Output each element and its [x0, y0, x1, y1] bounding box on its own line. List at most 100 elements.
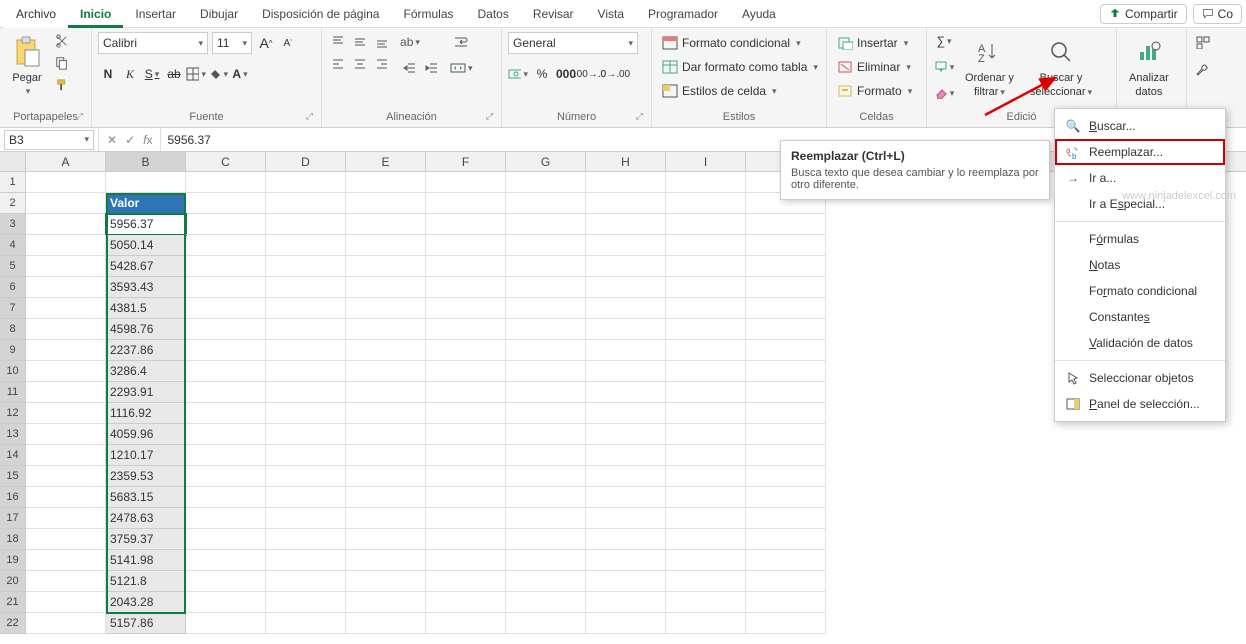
cell-H7[interactable] [586, 298, 666, 319]
cell-B16[interactable]: 5683.15 [106, 487, 186, 508]
paste-button[interactable]: Pegar ▾ [6, 32, 48, 99]
row-header-19[interactable]: 19 [0, 550, 26, 571]
cell-B20[interactable]: 5121.8 [106, 571, 186, 592]
cell-E20[interactable] [346, 571, 426, 592]
cell-I8[interactable] [666, 319, 746, 340]
cell-B14[interactable]: 1210.17 [106, 445, 186, 466]
fx-button[interactable]: fx [143, 133, 152, 147]
cell-I2[interactable] [666, 193, 746, 214]
cell-C11[interactable] [186, 382, 266, 403]
orientation-button[interactable]: ab▾ [400, 32, 420, 52]
row-header-5[interactable]: 5 [0, 256, 26, 277]
fill-color-button[interactable]: ▾ [208, 64, 228, 84]
cell-A22[interactable] [26, 613, 106, 634]
cell-D11[interactable] [266, 382, 346, 403]
cell-F2[interactable] [426, 193, 506, 214]
cell-F18[interactable] [426, 529, 506, 550]
row-header-22[interactable]: 22 [0, 613, 26, 634]
cell-F10[interactable] [426, 361, 506, 382]
menu-notes[interactable]: Notas [1055, 252, 1225, 278]
row-header-12[interactable]: 12 [0, 403, 26, 424]
clipboard-launcher[interactable]: ⤢ [76, 108, 83, 124]
cell-J22[interactable] [746, 613, 826, 634]
row-header-15[interactable]: 15 [0, 466, 26, 487]
grow-font-button[interactable]: A^ [256, 33, 276, 53]
cell-G20[interactable] [506, 571, 586, 592]
align-middle-button[interactable] [350, 32, 370, 52]
cell-C10[interactable] [186, 361, 266, 382]
cell-C18[interactable] [186, 529, 266, 550]
cell-F8[interactable] [426, 319, 506, 340]
cell-G9[interactable] [506, 340, 586, 361]
cell-J5[interactable] [746, 256, 826, 277]
cell-F1[interactable] [426, 172, 506, 193]
col-header-I[interactable]: I [666, 152, 746, 171]
cell-H2[interactable] [586, 193, 666, 214]
cell-A7[interactable] [26, 298, 106, 319]
cell-G16[interactable] [506, 487, 586, 508]
cell-B9[interactable]: 2237.86 [106, 340, 186, 361]
row-header-6[interactable]: 6 [0, 277, 26, 298]
cell-H22[interactable] [586, 613, 666, 634]
cell-I16[interactable] [666, 487, 746, 508]
cell-B22[interactable]: 5157.86 [106, 613, 186, 634]
copy-button[interactable] [52, 54, 72, 72]
cell-G4[interactable] [506, 235, 586, 256]
cell-H4[interactable] [586, 235, 666, 256]
row-header-21[interactable]: 21 [0, 592, 26, 613]
cell-D13[interactable] [266, 424, 346, 445]
cell-E12[interactable] [346, 403, 426, 424]
col-header-F[interactable]: F [426, 152, 506, 171]
cell-G6[interactable] [506, 277, 586, 298]
row-header-8[interactable]: 8 [0, 319, 26, 340]
font-size-dropdown[interactable]: 11▾ [212, 32, 252, 54]
percent-button[interactable]: % [532, 64, 552, 84]
cell-B5[interactable]: 5428.67 [106, 256, 186, 277]
cell-G14[interactable] [506, 445, 586, 466]
cell-F6[interactable] [426, 277, 506, 298]
cell-H3[interactable] [586, 214, 666, 235]
cell-J3[interactable] [746, 214, 826, 235]
menu-select-objects[interactable]: Seleccionar objetos [1055, 365, 1225, 391]
row-header-11[interactable]: 11 [0, 382, 26, 403]
cell-E19[interactable] [346, 550, 426, 571]
menu-constants[interactable]: Constantes [1055, 304, 1225, 330]
cell-C20[interactable] [186, 571, 266, 592]
format-cells-button[interactable]: Formato▾ [833, 80, 916, 102]
cell-E22[interactable] [346, 613, 426, 634]
cell-E15[interactable] [346, 466, 426, 487]
cell-J7[interactable] [746, 298, 826, 319]
menu-cond-format[interactable]: Formato condicional [1055, 278, 1225, 304]
row-header-10[interactable]: 10 [0, 361, 26, 382]
cell-G8[interactable] [506, 319, 586, 340]
bold-button[interactable]: N [98, 64, 118, 84]
cell-D19[interactable] [266, 550, 346, 571]
cell-I13[interactable] [666, 424, 746, 445]
cancel-formula-button[interactable]: ✕ [107, 133, 117, 147]
cell-E18[interactable] [346, 529, 426, 550]
cell-F3[interactable] [426, 214, 506, 235]
comments-button[interactable]: Co [1193, 4, 1242, 24]
decrease-indent-button[interactable] [400, 58, 420, 78]
cell-I3[interactable] [666, 214, 746, 235]
cell-G2[interactable] [506, 193, 586, 214]
cell-A9[interactable] [26, 340, 106, 361]
cell-G15[interactable] [506, 466, 586, 487]
font-color-button[interactable]: A▾ [230, 64, 250, 84]
accounting-button[interactable]: ▾ [508, 64, 528, 84]
cell-H19[interactable] [586, 550, 666, 571]
cell-I4[interactable] [666, 235, 746, 256]
row-header-13[interactable]: 13 [0, 424, 26, 445]
cell-C6[interactable] [186, 277, 266, 298]
font-name-dropdown[interactable]: Calibri▾ [98, 32, 208, 54]
cell-A4[interactable] [26, 235, 106, 256]
number-format-dropdown[interactable]: General▾ [508, 32, 638, 54]
col-header-B[interactable]: B [106, 152, 186, 171]
menu-replace[interactable]: abReemplazar... [1055, 139, 1225, 165]
cell-A10[interactable] [26, 361, 106, 382]
align-right-button[interactable] [372, 54, 392, 74]
cell-D2[interactable] [266, 193, 346, 214]
cell-F5[interactable] [426, 256, 506, 277]
cell-B15[interactable]: 2359.53 [106, 466, 186, 487]
cell-H20[interactable] [586, 571, 666, 592]
